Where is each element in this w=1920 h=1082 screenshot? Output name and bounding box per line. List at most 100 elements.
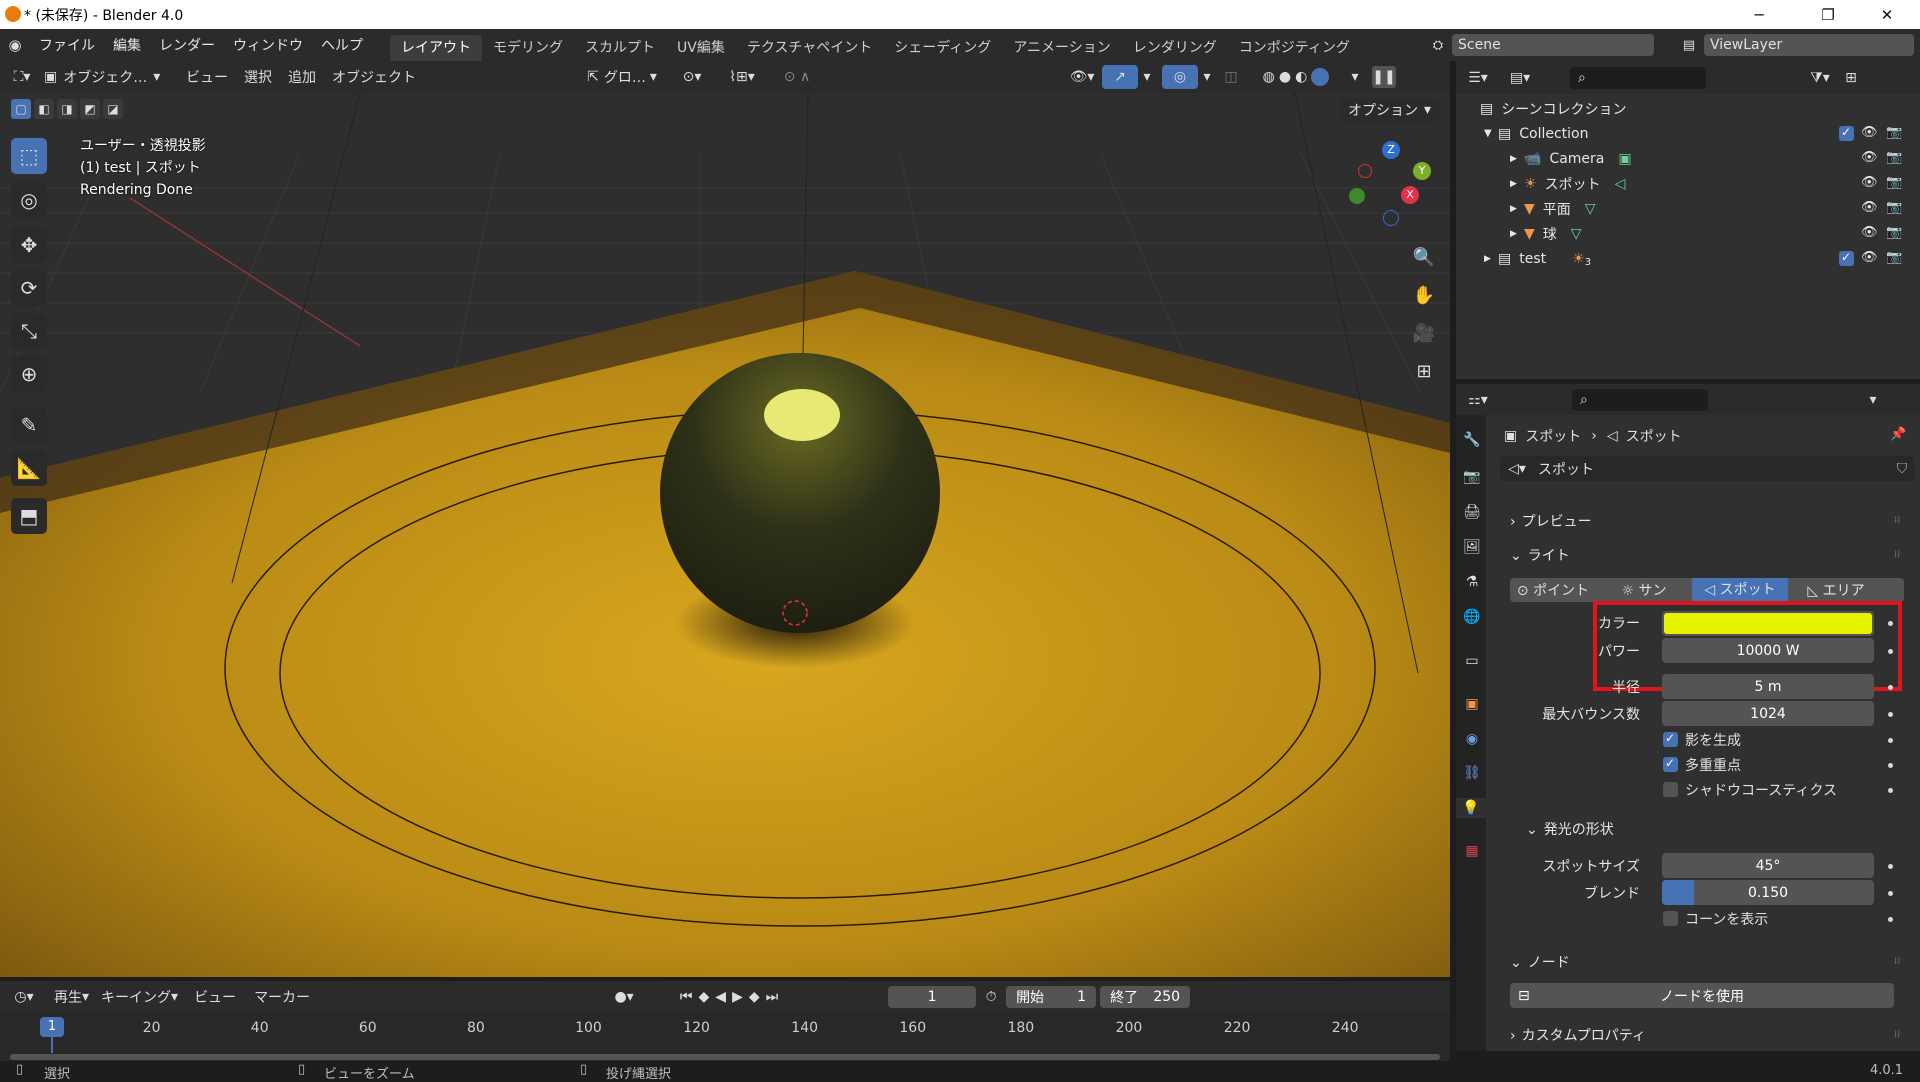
add-cube-tool-icon[interactable]: ⬒ xyxy=(11,498,47,534)
drag-handle-icon[interactable]: ⁞⁞ xyxy=(1894,515,1900,526)
keyframe-dot-icon[interactable] xyxy=(1888,788,1893,793)
auto-keying-icon[interactable]: ●▾ xyxy=(606,989,642,1005)
collection-exclude-checkbox[interactable] xyxy=(1839,125,1854,141)
playback-controls[interactable]: ⏮ ◆ ◀ ▶ ◆ ⏭ xyxy=(662,989,802,1005)
gizmo-z-icon[interactable]: Z xyxy=(1382,141,1400,159)
output-tab-icon[interactable]: 🖨 xyxy=(1462,502,1482,522)
keyframe-dot-icon[interactable] xyxy=(1888,685,1893,690)
pin-icon[interactable]: 📌 xyxy=(1890,427,1906,442)
select-new-icon[interactable]: ▢ xyxy=(11,99,31,119)
cursor-tool-icon[interactable]: ◎ xyxy=(11,182,47,218)
close-button[interactable]: ✕ xyxy=(1864,0,1910,29)
render-tab-icon[interactable]: 📷 xyxy=(1462,467,1482,487)
gizmo-y-icon[interactable]: Y xyxy=(1413,162,1431,180)
end-frame-field[interactable]: 終了 250 xyxy=(1100,985,1191,1008)
preview-range-icon[interactable]: ⏱ xyxy=(976,989,1006,1005)
select-extend-icon[interactable]: ◧ xyxy=(34,99,54,119)
properties-search-input[interactable]: ⌕ xyxy=(1572,388,1708,411)
datablock-selector[interactable]: ◁▾ スポット ⛉ xyxy=(1500,456,1914,481)
keyframe-dot-icon[interactable] xyxy=(1888,864,1893,869)
scene-name[interactable]: Scene xyxy=(1452,34,1654,56)
new-collection-icon[interactable]: ⊞ xyxy=(1838,70,1864,86)
measure-tool-icon[interactable]: 📐 xyxy=(11,450,47,486)
drag-handle-icon[interactable]: ⁞⁞ xyxy=(1894,1029,1900,1040)
expand-arrow-icon[interactable]: ▶ xyxy=(1510,179,1524,189)
visibility-eye-icon[interactable]: 👁 xyxy=(1861,125,1878,140)
shadow-caustics-checkbox[interactable] xyxy=(1663,782,1678,797)
power-field[interactable]: 10000 W xyxy=(1662,638,1874,663)
keyframe-dot-icon[interactable] xyxy=(1888,649,1893,654)
panel-nodes-header[interactable]: ⌄ ノード xyxy=(1510,952,1570,972)
next-keyframe-icon[interactable]: ◆ xyxy=(749,989,766,1005)
visibility-eye-icon[interactable]: 👁 xyxy=(1861,225,1878,240)
keyframe-dot-icon[interactable] xyxy=(1888,621,1893,626)
panel-preview-header[interactable]: › プレビュー xyxy=(1510,511,1592,531)
drag-handle-icon[interactable]: ⁞⁞ xyxy=(1894,549,1900,560)
render-camera-icon[interactable]: 📷 xyxy=(1886,225,1902,240)
tree-row-spot[interactable]: ▶ ☀ スポット ◁ 👁 📷 xyxy=(1456,171,1920,196)
select-invert-icon[interactable]: ◩ xyxy=(80,99,100,119)
tab-texture-paint[interactable]: テクスチャペイント xyxy=(736,35,883,61)
light-data-icon[interactable]: ◁ xyxy=(1615,176,1626,192)
jump-start-icon[interactable]: ⏮ xyxy=(680,989,699,1005)
editor-type-icon[interactable]: ⛶▾ xyxy=(0,69,44,85)
tab-animation[interactable]: アニメーション xyxy=(1002,35,1121,61)
maximize-button[interactable]: ❐ xyxy=(1805,0,1851,29)
tree-row-scene-collection[interactable]: ▤ シーンコレクション xyxy=(1456,96,1920,121)
tab-layout[interactable]: レイアウト xyxy=(390,35,482,61)
menu-playback[interactable]: 再生 ▾ xyxy=(48,987,95,1007)
camera-view-icon[interactable]: 🎥 xyxy=(1408,317,1440,349)
current-frame-field[interactable]: 1 xyxy=(888,985,977,1008)
light-type-point[interactable]: ⊙ ポイント xyxy=(1510,580,1596,600)
menu-file[interactable]: ファイル xyxy=(30,35,104,55)
filter-icon[interactable]: ⧩▾ xyxy=(1802,70,1838,86)
expand-arrow-icon[interactable]: ▶ xyxy=(1510,229,1524,239)
tool-tab-icon[interactable]: 🔧 xyxy=(1462,430,1482,450)
move-tool-icon[interactable]: ✥ xyxy=(11,227,47,263)
light-type-sun[interactable]: ☼ サン xyxy=(1596,580,1692,600)
constraints-tab-icon[interactable]: ⛓ xyxy=(1462,763,1482,783)
light-group-icon[interactable]: ☀ xyxy=(1572,251,1585,267)
timeline-editor-icon[interactable]: ◷▾ xyxy=(0,989,48,1005)
outliner-editor-icon[interactable]: ☰▾ xyxy=(1456,70,1500,86)
keyframe-dot-icon[interactable] xyxy=(1888,891,1893,896)
shading-dropdown-icon[interactable]: ▾ xyxy=(1346,69,1364,85)
select-subtract-icon[interactable]: ◨ xyxy=(57,99,77,119)
overlay-toggle-icon[interactable]: ◎ xyxy=(1162,65,1198,89)
radius-field[interactable]: 5 m xyxy=(1662,674,1874,699)
render-camera-icon[interactable]: 📷 xyxy=(1886,175,1902,190)
zoom-view-icon[interactable]: 🔍 xyxy=(1408,241,1440,273)
light-type-spot[interactable]: ◁ スポット xyxy=(1692,578,1788,602)
transform-tool-icon[interactable]: ⊕ xyxy=(11,356,47,392)
tab-compositing[interactable]: コンポジティング xyxy=(1228,35,1361,61)
shading-modes[interactable]: ◍●◐ xyxy=(1246,68,1346,86)
scene-tab-icon[interactable]: ⚗ xyxy=(1462,572,1482,592)
visibility-icon[interactable]: 👁▾ xyxy=(1062,69,1102,85)
menu-marker[interactable]: マーカー xyxy=(246,987,318,1007)
panel-beam-shape-header[interactable]: ⌄ 発光の形状 xyxy=(1526,819,1614,839)
visibility-eye-icon[interactable]: 👁 xyxy=(1861,150,1878,165)
menu-view[interactable]: ビュー xyxy=(176,67,238,87)
pivot-icon[interactable]: ⊙▾ xyxy=(672,69,712,85)
tab-uv-editing[interactable]: UV編集 xyxy=(666,35,736,61)
visibility-eye-icon[interactable]: 👁 xyxy=(1861,175,1878,190)
panel-light-header[interactable]: ⌄ ライト xyxy=(1510,545,1570,565)
annotate-tool-icon[interactable]: ✎ xyxy=(11,407,47,443)
menu-render[interactable]: レンダー xyxy=(150,35,224,55)
blender-menu-icon[interactable]: ◉ xyxy=(0,36,30,54)
light-datablock-icon[interactable]: ◁▾ xyxy=(1500,461,1534,477)
spot-size-field[interactable]: 45° xyxy=(1662,853,1874,878)
viewlayer-name[interactable]: ViewLayer xyxy=(1704,34,1914,56)
render-camera-icon[interactable]: 📷 xyxy=(1886,200,1902,215)
playhead[interactable]: 1 xyxy=(40,1017,64,1037)
tab-shading[interactable]: シェーディング xyxy=(883,35,1002,61)
3d-viewport[interactable]: ▢ ◧ ◨ ◩ ◪ オプション ▾ ⬚ ◎ ✥ ⟳ ⤡ ⊕ ✎ 📐 ⬒ ユーザー・… xyxy=(0,93,1450,977)
mesh-data-icon[interactable]: ▽ xyxy=(1571,226,1582,242)
gizmo-toggle-icon[interactable]: ↗ xyxy=(1102,65,1138,89)
light-data-tab-icon[interactable]: 💡 xyxy=(1456,798,1486,818)
minimize-button[interactable]: ─ xyxy=(1736,0,1782,29)
menu-add[interactable]: 追加 xyxy=(278,67,326,87)
render-camera-icon[interactable]: 📷 xyxy=(1886,250,1902,265)
visibility-eye-icon[interactable]: 👁 xyxy=(1861,250,1878,265)
jump-end-icon[interactable]: ⏭ xyxy=(766,989,785,1005)
